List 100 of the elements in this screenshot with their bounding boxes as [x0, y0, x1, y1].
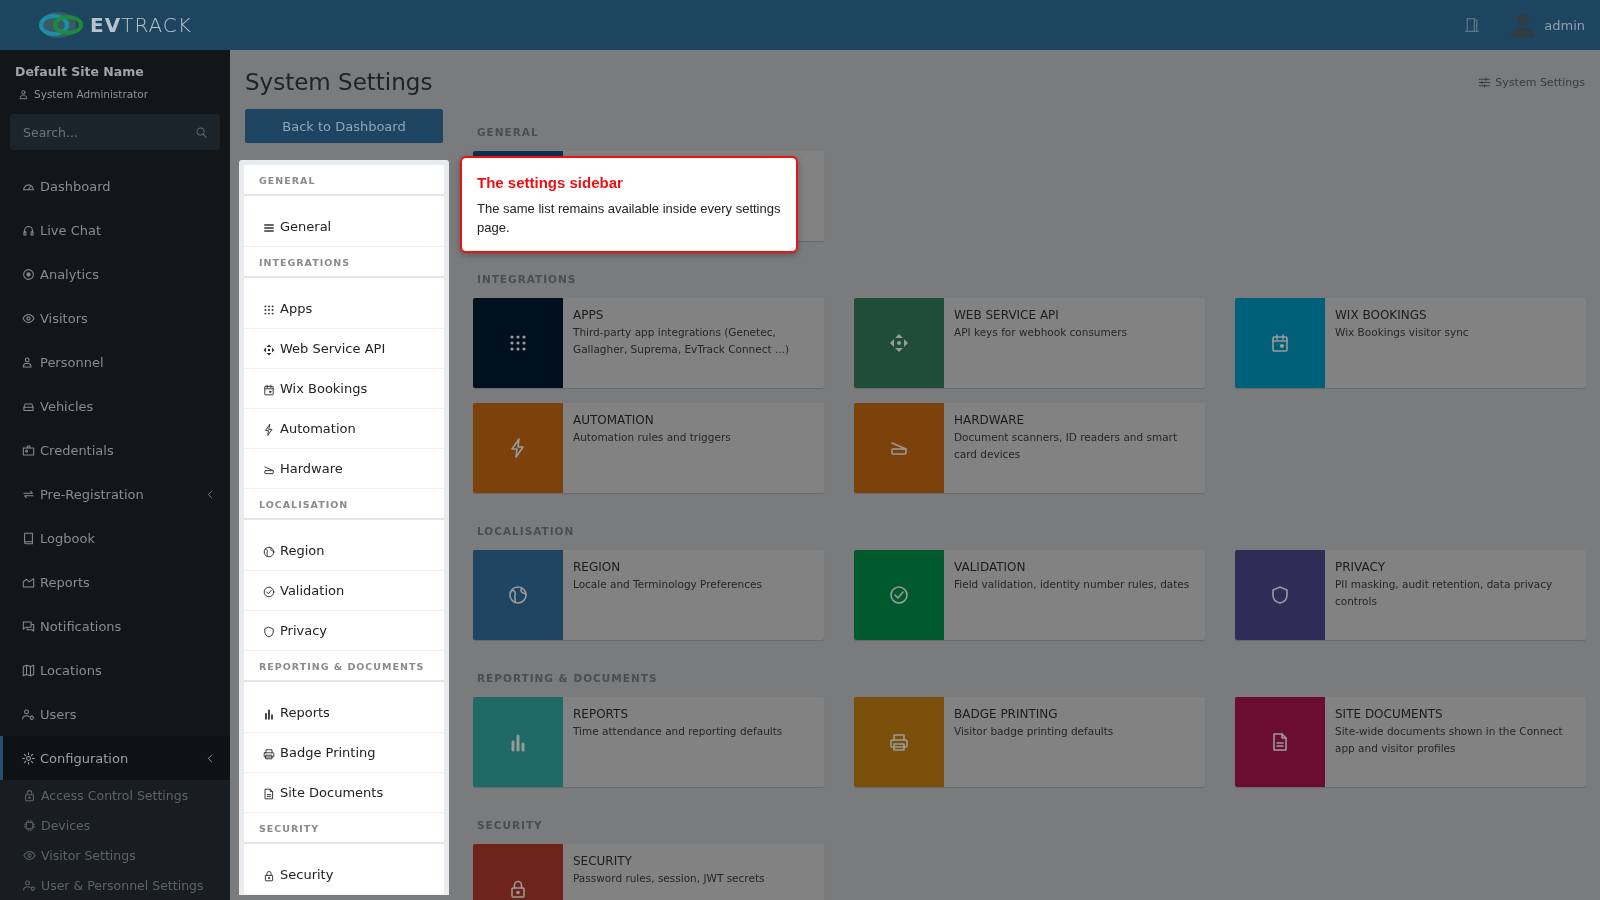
nav-item[interactable]: Users: [0, 692, 230, 736]
eye-icon: [22, 311, 35, 325]
card-description: Password rules, session, JWT secrets: [573, 871, 765, 886]
settings-card[interactable]: HARDWARE Document scanners, ID readers and smart card devices: [854, 403, 1205, 493]
logo-text: EVTRACK: [90, 13, 192, 37]
check-circle-icon: [263, 586, 275, 598]
settings-card[interactable]: BADGE PRINTING Visitor badge printing defaults: [854, 697, 1205, 787]
check-circle-icon: [889, 585, 909, 605]
settings-menu-item[interactable]: Badge Printing: [244, 733, 444, 773]
arrows-cross-icon: [263, 344, 275, 356]
card-title: WIX BOOKINGS: [1335, 307, 1428, 323]
settings-menu-item[interactable]: Region: [244, 520, 444, 571]
nav-item[interactable]: Live Chat: [0, 208, 230, 252]
arrows-cross-icon: [889, 333, 909, 353]
globe-icon: [263, 546, 275, 558]
settings-card[interactable]: WIX BOOKINGS Wix Bookings visitor sync: [1235, 298, 1586, 388]
nav-item[interactable]: Vehicles: [0, 384, 230, 428]
settings-menu-item[interactable]: Site Documents: [244, 773, 444, 813]
settings-card[interactable]: SITE DOCUMENTS Site-wide documents shown in the Connect app and visitor profiles: [1235, 697, 1586, 787]
settings-card[interactable]: REGION Locale and Terminology Preferences: [473, 550, 824, 640]
user-avatar-icon: [1510, 12, 1537, 38]
card-description: Time attendance and reporting defaults: [573, 724, 783, 739]
settings-menu-item[interactable]: Wix Bookings: [244, 369, 444, 409]
printer-icon: [889, 732, 909, 752]
nav-item[interactable]: Configuration: [0, 736, 230, 780]
id-card-icon: [22, 443, 35, 457]
menu-section-heading: GENERAL: [244, 165, 444, 196]
card-description: Third-party app integrations (Genetec, Gallagher, Suprema, EvTrack Connect ...): [573, 325, 790, 357]
card-title: REGION: [573, 559, 622, 575]
menu-section-heading: REPORTING & DOCUMENTS: [244, 651, 444, 682]
settings-menu-item[interactable]: Apps: [244, 278, 444, 329]
settings-menu-item[interactable]: Hardware: [244, 449, 444, 489]
popover-text: The same list remains available inside every settings page.: [477, 200, 781, 237]
nav-item[interactable]: Pre-Registration: [0, 472, 230, 516]
nav-subitem[interactable]: Visitor Settings: [0, 840, 230, 870]
card-title: AUTOMATION: [573, 412, 655, 428]
lock-icon: [23, 788, 36, 802]
search-icon: [195, 126, 208, 139]
card-title: REPORTS: [573, 706, 629, 722]
nav-item[interactable]: Credentials: [0, 428, 230, 472]
grid-icon: [263, 304, 275, 316]
nav-item[interactable]: Locations: [0, 648, 230, 692]
settings-card[interactable]: PRIVACY PII masking, audit retention, data privacy controls: [1235, 550, 1586, 640]
nav-item[interactable]: Logbook: [0, 516, 230, 560]
chat-icon: [22, 619, 35, 633]
settings-menu-item[interactable]: General: [244, 196, 444, 247]
card-title: APPS: [573, 307, 605, 323]
settings-menu-item[interactable]: Web Service API: [244, 329, 444, 369]
shield-icon: [1270, 585, 1290, 605]
sliders-icon: [1478, 75, 1492, 89]
nav-subitem[interactable]: User & Personnel Settings: [0, 870, 230, 900]
settings-card[interactable]: APPS Third-party app integrations (Genetec, Gallagher, Suprema, EvTrack Connect ...): [473, 298, 824, 388]
nav-subitem[interactable]: Devices: [0, 810, 230, 840]
person-icon: [22, 355, 35, 369]
user-name[interactable]: admin: [1544, 17, 1585, 33]
chart-icon: [22, 575, 35, 589]
nav-item[interactable]: Personnel: [0, 340, 230, 384]
settings-menu-item[interactable]: Privacy: [244, 611, 444, 651]
settings-card[interactable]: VALIDATION Field validation, identity number rules, dates: [854, 550, 1205, 640]
nav-subitem[interactable]: Access Control Settings: [0, 780, 230, 810]
nav-item[interactable]: Visitors: [0, 296, 230, 340]
calendar-icon: [263, 384, 275, 396]
shield-icon: [263, 626, 275, 638]
settings-menu-item[interactable]: Security: [244, 844, 444, 895]
globe-icon: [508, 585, 528, 605]
nav-item[interactable]: Reports: [0, 560, 230, 604]
grid-icon: [508, 333, 528, 353]
settings-card[interactable]: REPORTS Time attendance and reporting defaults: [473, 697, 824, 787]
settings-card[interactable]: WEB SERVICE API API keys for webhook consumers: [854, 298, 1205, 388]
card-description: Site-wide documents shown in the Connect app and visitor profiles: [1335, 724, 1564, 756]
lock-icon: [263, 870, 275, 882]
breadcrumb[interactable]: System Settings: [1495, 75, 1585, 89]
document-icon: [263, 788, 275, 800]
document-icon: [1270, 732, 1290, 752]
nav-item[interactable]: Analytics: [0, 252, 230, 296]
card-description: API keys for webhook consumers: [954, 325, 1127, 340]
card-description: Document scanners, ID readers and smart card devices: [954, 430, 1179, 462]
settings-menu-item[interactable]: Automation: [244, 409, 444, 449]
settings-card[interactable]: AUTOMATION Automation rules and triggers: [473, 403, 824, 493]
card-description: Wix Bookings visitor sync: [1335, 325, 1469, 340]
card-title: WEB SERVICE API: [954, 307, 1060, 323]
card-title: PRIVACY: [1335, 559, 1387, 575]
bar-chart-icon: [263, 708, 275, 720]
menu-section-heading: SECURITY: [244, 813, 444, 844]
person-icon: [19, 88, 30, 100]
chip-icon: [23, 818, 36, 832]
popover-title: The settings sidebar: [477, 174, 624, 191]
nav-item[interactable]: Dashboard: [0, 164, 230, 208]
user-role: System Administrator: [34, 88, 149, 100]
nav-item[interactable]: Notifications: [0, 604, 230, 648]
back-button[interactable]: Back to Dashboard: [245, 109, 443, 143]
card-title: VALIDATION: [954, 559, 1027, 575]
settings-menu-item[interactable]: Reports: [244, 682, 444, 733]
settings-menu-item[interactable]: Validation: [244, 571, 444, 611]
door-icon: [1464, 17, 1481, 33]
settings-card[interactable]: SECURITY Password rules, session, JWT secrets: [473, 844, 824, 900]
search-field[interactable]: Search...: [10, 114, 220, 150]
card-title: SITE DOCUMENTS: [1335, 706, 1444, 722]
site-name: Default Site Name: [15, 64, 145, 80]
card-description: Visitor badge printing defaults: [954, 724, 1114, 739]
